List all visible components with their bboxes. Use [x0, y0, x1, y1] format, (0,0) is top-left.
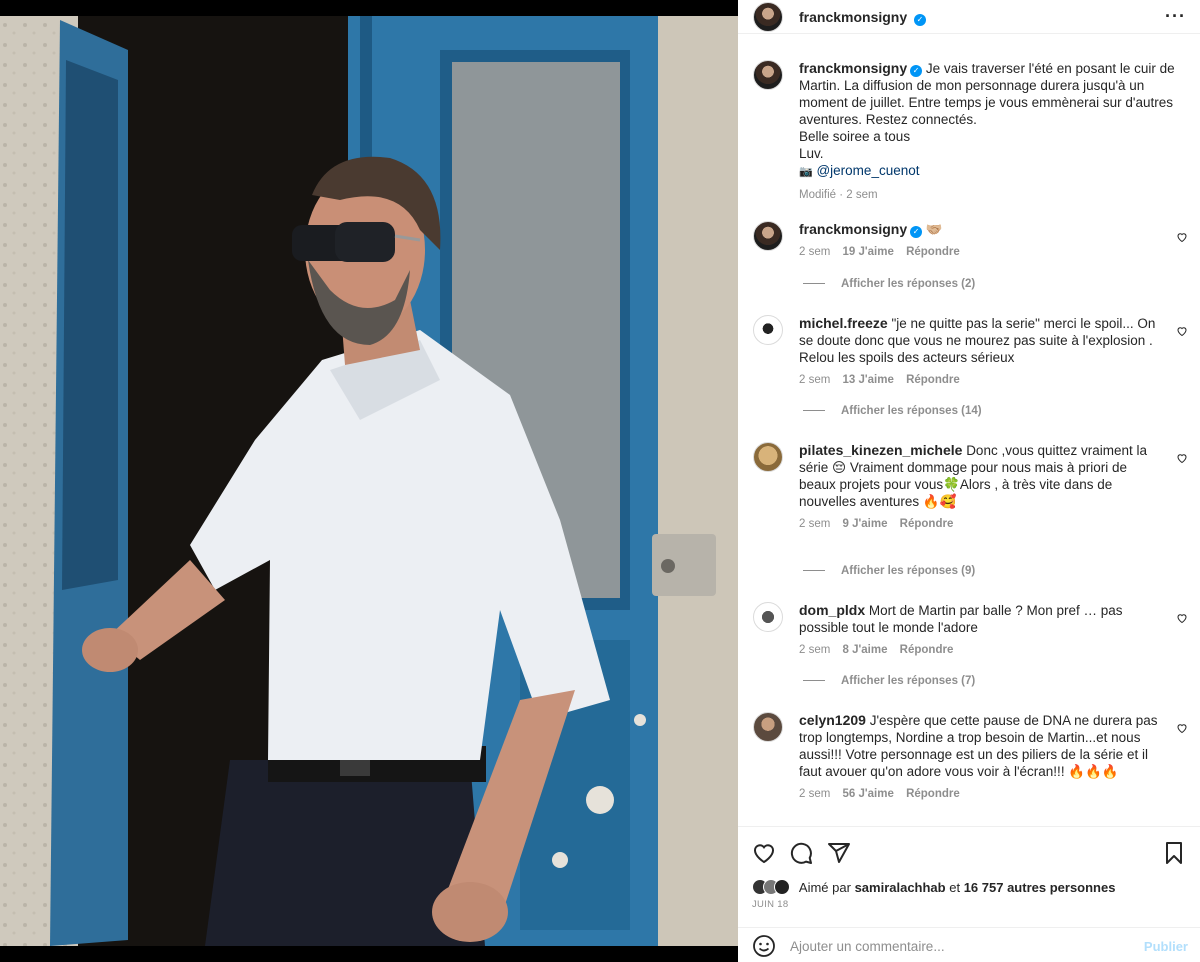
- comment-avatar[interactable]: [753, 602, 783, 632]
- comment-likes[interactable]: 13 J'aime: [843, 374, 894, 386]
- comment-likes[interactable]: 19 J'aime: [843, 246, 894, 258]
- post-header: franckmonsigny ✓ ···: [738, 0, 1200, 34]
- comment-like-heart-icon[interactable]: [1176, 722, 1188, 734]
- view-replies-button[interactable]: Afficher les réponses (14): [803, 405, 982, 417]
- post-panel: franckmonsigny ✓ ··· franckmonsigny ✓ Je …: [738, 0, 1200, 962]
- comment-username[interactable]: celyn1209: [799, 712, 866, 728]
- reply-button[interactable]: Répondre: [906, 788, 960, 800]
- more-options-icon[interactable]: ···: [1165, 6, 1186, 27]
- caption-line: Luv.: [799, 146, 824, 161]
- comment-username[interactable]: dom_pldx: [799, 602, 865, 618]
- publish-button[interactable]: Publier: [1144, 939, 1188, 954]
- comment-like-heart-icon[interactable]: [1176, 231, 1188, 243]
- view-replies-button[interactable]: Afficher les réponses (9): [803, 565, 975, 577]
- view-replies-button[interactable]: Afficher les réponses (7): [803, 675, 975, 687]
- post-actions: Aimé par samiralachhab et 16 757 autres …: [738, 826, 1200, 962]
- comment-avatar[interactable]: [753, 712, 783, 742]
- reply-button[interactable]: Répondre: [900, 644, 954, 656]
- comment-like-heart-icon[interactable]: [1176, 325, 1188, 337]
- paper-plane-icon[interactable]: [827, 841, 851, 865]
- liker-avatar: [774, 879, 790, 895]
- author-avatar[interactable]: [753, 2, 783, 32]
- comment-avatar[interactable]: [753, 221, 783, 251]
- post-photo[interactable]: [0, 0, 738, 962]
- photo-illustration: [0, 0, 738, 962]
- comment-like-heart-icon[interactable]: [1176, 612, 1188, 624]
- comment-input[interactable]: Ajouter un commentaire...: [790, 939, 945, 954]
- author-username[interactable]: franckmonsigny: [799, 9, 907, 25]
- comment-avatar[interactable]: [753, 442, 783, 472]
- comment-likes[interactable]: 8 J'aime: [843, 644, 888, 656]
- verified-badge-icon: ✓: [910, 226, 923, 238]
- liked-by-prefix: Aimé par: [798, 880, 851, 895]
- comment-like-heart-icon[interactable]: [1176, 452, 1188, 464]
- caption-line: Martin. La diffusion de mon personnage d…: [799, 78, 1145, 93]
- heart-icon[interactable]: [752, 841, 776, 865]
- comment-likes[interactable]: 9 J'aime: [843, 518, 888, 530]
- comment-time: 2 sem: [799, 644, 831, 656]
- liked-by-and: et: [949, 880, 961, 895]
- emoji-icon[interactable]: [752, 934, 776, 958]
- caption-line: Belle soiree a tous: [799, 129, 911, 144]
- caption-line: moment de juillet. Entre temps je vous e…: [799, 95, 1173, 110]
- liked-by-user[interactable]: samiralachhab: [855, 880, 946, 895]
- comment-avatar[interactable]: [753, 315, 783, 345]
- comment-likes[interactable]: 56 J'aime: [843, 788, 894, 800]
- verified-badge-icon: ✓: [910, 65, 923, 77]
- reply-button[interactable]: Répondre: [906, 374, 960, 386]
- liked-by-others[interactable]: 16 757 autres personnes: [964, 880, 1116, 895]
- view-replies-button[interactable]: Afficher les réponses (2): [803, 278, 975, 290]
- credit-mention-link[interactable]: @jerome_cuenot: [816, 163, 919, 178]
- comments-scroll[interactable]: franckmonsigny ✓ Je vais traverser l'été …: [738, 34, 1200, 824]
- post-date: JUIN 18: [752, 899, 789, 910]
- comment-time: 2 sem: [799, 246, 831, 258]
- reply-button[interactable]: Répondre: [900, 518, 954, 530]
- comment-time: 2 sem: [799, 374, 831, 386]
- bookmark-icon[interactable]: [1162, 841, 1186, 865]
- caption-edited-meta: Modifié · 2 sem: [799, 189, 878, 201]
- comment-icon[interactable]: [789, 841, 813, 865]
- reply-button[interactable]: Répondre: [906, 246, 960, 258]
- comment-username[interactable]: michel.freeze: [799, 315, 888, 331]
- likes-summary[interactable]: Aimé par samiralachhab et 16 757 autres …: [752, 879, 1115, 895]
- caption-line: aventures. Restez connectés.: [799, 112, 977, 127]
- comment-username[interactable]: franckmonsigny: [799, 221, 907, 237]
- caption-username[interactable]: franckmonsigny: [799, 60, 907, 76]
- comment-time: 2 sem: [799, 788, 831, 800]
- comment-username[interactable]: pilates_kinezen_michele: [799, 442, 962, 458]
- comment-text: 🤝🏼: [925, 222, 943, 237]
- caption-line: Je vais traverser l'été en posant le cui…: [925, 61, 1175, 76]
- camera-icon: 📷: [799, 166, 813, 178]
- verified-badge-icon: ✓: [914, 14, 927, 26]
- caption-avatar[interactable]: [753, 60, 783, 90]
- add-comment-bar: Ajouter un commentaire... Publier: [738, 927, 1200, 962]
- comment-time: 2 sem: [799, 518, 831, 530]
